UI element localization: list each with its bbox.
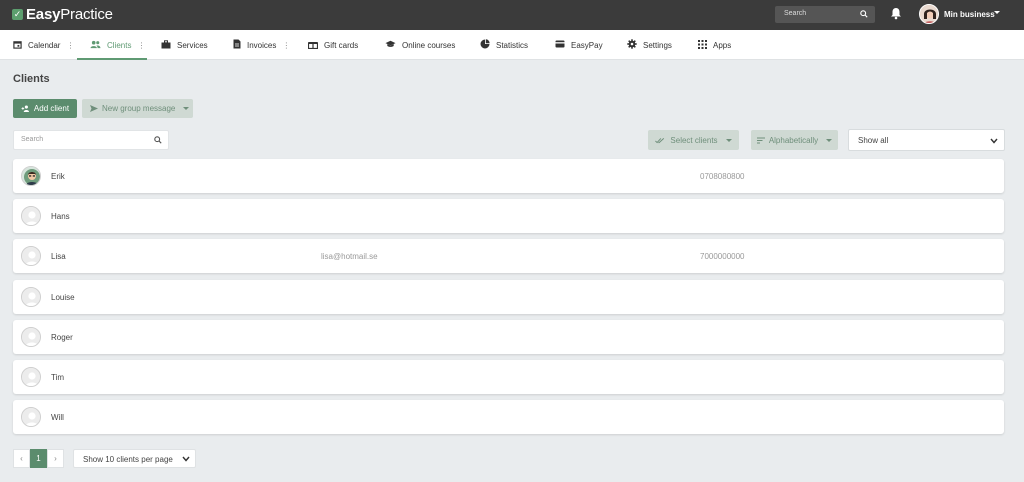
client-name[interactable]: Erik xyxy=(51,172,65,181)
client-row-roger[interactable]: Roger xyxy=(13,320,1004,354)
client-row-erik[interactable]: Erik 0708080800 xyxy=(13,159,1004,193)
chevron-down-icon xyxy=(182,455,190,464)
client-phone: 0708080800 xyxy=(700,172,745,181)
select-clients-button[interactable]: Select clients xyxy=(648,130,739,150)
credit-card-icon xyxy=(555,40,565,50)
logo-check-icon: ✓ xyxy=(12,9,23,20)
nav-item-gift-cards[interactable]: Gift cards xyxy=(307,30,358,60)
nav-item-statistics[interactable]: Statistics xyxy=(480,30,528,60)
client-search-input[interactable]: Search xyxy=(13,130,169,150)
global-search-input[interactable]: Search xyxy=(775,6,875,23)
client-name[interactable]: Will xyxy=(51,413,64,422)
client-row-will[interactable]: Will xyxy=(13,400,1004,434)
calendar-icon xyxy=(13,40,22,51)
default-avatar-icon xyxy=(21,246,41,266)
search-icon[interactable] xyxy=(154,136,162,146)
default-avatar-icon xyxy=(21,407,41,427)
document-icon xyxy=(233,39,241,51)
user-menu-caret-icon[interactable] xyxy=(994,11,1000,14)
client-email: lisa@hotmail.se xyxy=(321,252,378,261)
chevron-down-icon xyxy=(725,138,732,142)
chevron-down-icon xyxy=(183,107,190,110)
grid-icon xyxy=(698,39,707,51)
double-check-icon xyxy=(655,137,665,143)
client-row-hans[interactable]: Hans xyxy=(13,199,1004,233)
top-bar: ✓ EasyPractice Search Min business xyxy=(0,0,1024,30)
main-nav: Calendar ⋮ Clients ⋮ Services Invoices ⋮… xyxy=(0,30,1024,60)
client-name[interactable]: Louise xyxy=(51,293,75,302)
nav-item-apps[interactable]: Apps xyxy=(698,30,731,60)
search-icon[interactable] xyxy=(860,10,868,20)
page-title: Clients xyxy=(13,73,50,85)
nav-item-invoices[interactable]: Invoices ⋮ xyxy=(233,30,290,60)
default-avatar-icon xyxy=(21,327,41,347)
client-row-tim[interactable]: Tim xyxy=(13,360,1004,394)
client-name[interactable]: Lisa xyxy=(51,252,66,261)
business-name[interactable]: Min business xyxy=(944,10,995,19)
client-row-lisa[interactable]: Lisa lisa@hotmail.se 7000000000 xyxy=(13,239,1004,273)
user-avatar[interactable] xyxy=(919,4,939,24)
add-user-icon xyxy=(21,105,29,112)
nav-item-settings[interactable]: Settings xyxy=(627,30,672,60)
nav-item-online-courses[interactable]: Online courses xyxy=(385,30,455,60)
nav-item-services[interactable]: Services xyxy=(161,30,208,60)
sort-icon xyxy=(756,137,765,143)
new-group-message-button[interactable]: New group message xyxy=(82,99,193,118)
nav-item-clients[interactable]: Clients ⋮ xyxy=(90,30,145,60)
pagination: ‹ 1 › xyxy=(13,449,64,468)
client-name[interactable]: Hans xyxy=(51,212,70,221)
active-tab-indicator xyxy=(77,58,147,60)
client-name[interactable]: Tim xyxy=(51,373,64,382)
briefcase-icon xyxy=(161,39,171,51)
client-avatar xyxy=(21,166,41,186)
per-page-select[interactable]: Show 10 clients per page xyxy=(73,449,196,468)
gear-icon xyxy=(627,39,637,51)
client-phone: 7000000000 xyxy=(700,252,745,261)
pie-chart-icon xyxy=(480,39,490,51)
add-client-button[interactable]: Add client xyxy=(13,99,77,118)
default-avatar-icon xyxy=(21,206,41,226)
clients-icon xyxy=(90,40,101,51)
client-name[interactable]: Roger xyxy=(51,333,73,342)
client-row-louise[interactable]: Louise xyxy=(13,280,1004,314)
gift-icon xyxy=(307,40,319,51)
chevron-down-icon xyxy=(826,138,833,142)
clients-dropdown-icon[interactable]: ⋮ xyxy=(137,41,145,50)
sort-button[interactable]: Alphabetically xyxy=(751,130,838,150)
default-avatar-icon xyxy=(21,367,41,387)
nav-item-calendar[interactable]: Calendar ⋮ xyxy=(13,30,74,60)
default-avatar-icon xyxy=(21,287,41,307)
page-button-1[interactable]: 1 xyxy=(30,449,47,468)
next-page-button[interactable]: › xyxy=(47,449,64,468)
chevron-down-icon xyxy=(990,136,998,146)
send-icon xyxy=(90,105,98,112)
graduation-cap-icon xyxy=(385,40,396,50)
app-logo[interactable]: ✓ EasyPractice xyxy=(12,6,113,23)
client-filter-select[interactable]: Show all xyxy=(848,129,1005,151)
nav-item-easypay[interactable]: EasyPay xyxy=(555,30,603,60)
notifications-bell-icon[interactable] xyxy=(890,7,902,22)
invoices-dropdown-icon[interactable]: ⋮ xyxy=(282,41,290,50)
calendar-dropdown-icon[interactable]: ⋮ xyxy=(66,41,74,50)
prev-page-button[interactable]: ‹ xyxy=(13,449,30,468)
